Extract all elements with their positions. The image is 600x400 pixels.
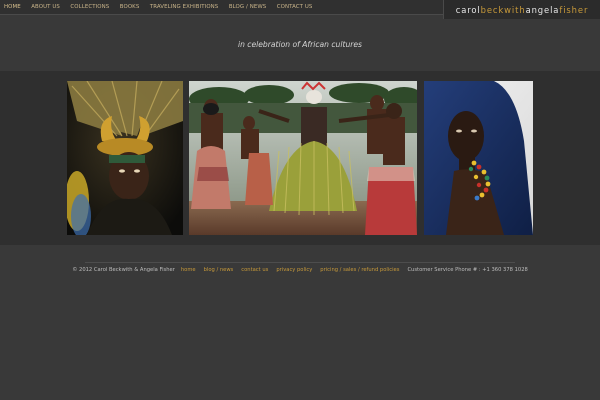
footer-link-privacy-policy[interactable]: privacy policy bbox=[276, 267, 312, 273]
site-brand[interactable]: carol beckwith angela fisher bbox=[443, 0, 600, 19]
nav-item-collections[interactable]: COLLECTIONS bbox=[70, 4, 109, 10]
footer-link-pricing-policies[interactable]: pricing / sales / refund policies bbox=[320, 267, 399, 273]
nav-item-about-us[interactable]: ABOUT US bbox=[31, 4, 60, 10]
photo-gallery bbox=[0, 71, 600, 245]
nav-item-home[interactable]: HOME bbox=[4, 4, 21, 10]
brand-part-2: beckwith bbox=[480, 4, 526, 15]
tagline: in celebration of African cultures bbox=[237, 40, 363, 49]
brand-part-3: angela bbox=[525, 4, 560, 15]
copyright-text: © 2012 Carol Beckwith & Angela Fisher bbox=[72, 266, 175, 273]
photo-woman-in-blue-shawl[interactable] bbox=[424, 81, 533, 235]
nav-item-contact-us[interactable]: CONTACT US bbox=[277, 4, 313, 10]
photo-masked-headdress-icon bbox=[67, 81, 183, 235]
nav-item-books[interactable]: BOOKS bbox=[120, 4, 140, 10]
footer-link-home[interactable]: home bbox=[181, 267, 196, 273]
brand-part-1: carol bbox=[455, 4, 481, 15]
photo-ceremonial-dance-icon bbox=[189, 81, 417, 235]
customer-service-phone: Customer Service Phone # : +1 360 378 10… bbox=[407, 266, 528, 273]
footer-link-contact-us[interactable]: contact us bbox=[241, 267, 268, 273]
top-nav: HOME ABOUT US COLLECTIONS BOOKS TRAVELIN… bbox=[0, 0, 443, 15]
nav-item-traveling-exhibitions[interactable]: TRAVELING EXHIBITIONS bbox=[150, 4, 218, 10]
nav-item-blog-news[interactable]: BLOG / NEWS bbox=[229, 4, 266, 10]
site-footer: © 2012 Carol Beckwith & Angela Fisher ho… bbox=[72, 262, 528, 276]
photo-ceremonial-dance[interactable] bbox=[189, 81, 417, 235]
photo-woman-in-blue-shawl-icon bbox=[424, 81, 533, 235]
footer-link-blog-news[interactable]: blog / news bbox=[204, 267, 234, 273]
photo-masked-headdress[interactable] bbox=[67, 81, 183, 235]
brand-part-4: fisher bbox=[559, 4, 589, 15]
